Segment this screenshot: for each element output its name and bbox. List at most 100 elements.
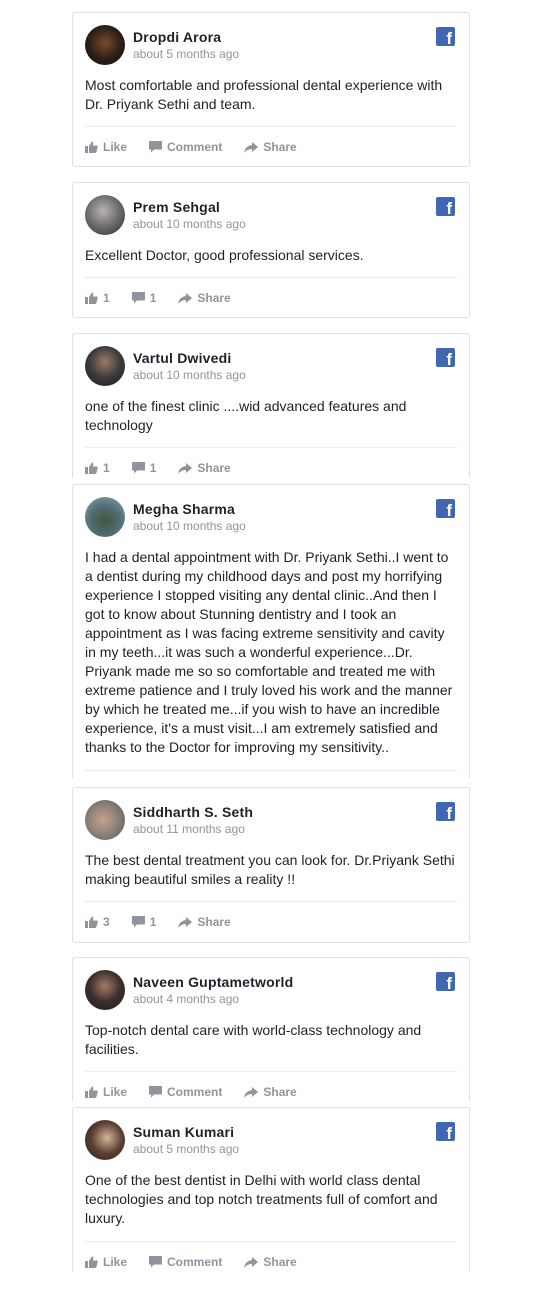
review-time[interactable]: about 11 months ago [133, 822, 245, 836]
facebook-icon[interactable]: f [436, 802, 455, 822]
like-count: 1 [103, 291, 110, 305]
review-text: The best dental treatment you can look f… [85, 852, 455, 887]
comment-icon [149, 1086, 163, 1098]
share-button[interactable]: Share [244, 1085, 297, 1099]
comment-button[interactable]: 1 [131, 461, 157, 475]
action-bar: 3 1 Share [85, 912, 253, 932]
share-button[interactable]: Share [178, 915, 231, 929]
avatar[interactable] [85, 800, 125, 840]
comment-label: Comment [167, 1255, 223, 1269]
divider [85, 277, 457, 278]
comment-icon [149, 141, 163, 153]
reviewer-name[interactable]: Siddharth S. Seth [133, 804, 253, 820]
review-text: one of the finest clinic ....wid advance… [85, 398, 407, 433]
like-button[interactable]: Like [85, 140, 127, 154]
share-label: Share [197, 461, 231, 475]
share-label: Share [263, 1085, 297, 1099]
share-button[interactable]: Share [244, 140, 297, 154]
share-icon [244, 1086, 259, 1098]
facebook-icon[interactable]: f [436, 27, 455, 47]
review-time[interactable]: about 5 months ago [133, 47, 239, 61]
review-time[interactable]: about 10 months ago [133, 368, 246, 382]
reviewer-name[interactable]: Naveen Guptametworld [133, 974, 293, 990]
comment-button[interactable]: 1 [131, 915, 157, 929]
like-label: Like [103, 140, 128, 154]
like-count: 1 [103, 461, 110, 475]
avatar[interactable] [85, 195, 125, 235]
review-time[interactable]: about 4 months ago [133, 992, 239, 1006]
action-bar: Like Comment Share [85, 137, 319, 157]
share-button[interactable]: Share [244, 1255, 297, 1269]
like-label: Like [103, 1085, 128, 1099]
review-text: Most comfortable and professional dental… [85, 77, 443, 112]
share-button[interactable]: Share [178, 291, 231, 305]
divider [85, 901, 457, 902]
comment-icon [131, 916, 145, 928]
like-button[interactable]: 1 [85, 461, 110, 475]
comment-button[interactable]: 1 [131, 291, 157, 305]
reviewer-name[interactable]: Megha Sharma [133, 501, 235, 517]
review-text: Excellent Doctor, good professional serv… [85, 247, 364, 263]
comment-icon [131, 292, 145, 304]
like-button[interactable]: Like [85, 1085, 127, 1099]
avatar[interactable] [85, 497, 125, 537]
comment-button[interactable]: Comment [149, 1255, 222, 1269]
divider [85, 447, 457, 448]
review-card: Naveen Guptametworld about 4 months ago … [72, 957, 470, 1101]
share-icon [178, 916, 193, 928]
divider [85, 770, 457, 771]
divider [85, 1071, 457, 1072]
share-icon [178, 462, 193, 474]
thumbs-up-icon [85, 1256, 98, 1268]
review-time[interactable]: about 10 months ago [133, 519, 246, 533]
review-card: Siddharth S. Seth about 11 months ago f … [72, 787, 470, 943]
share-button[interactable]: Share [178, 461, 231, 475]
review-time[interactable]: about 5 months ago [133, 1142, 239, 1156]
share-label: Share [197, 915, 231, 929]
like-button[interactable]: 1 [85, 291, 110, 305]
share-icon [244, 141, 259, 153]
avatar[interactable] [85, 1120, 125, 1160]
reviewer-name[interactable]: Suman Kumari [133, 1124, 234, 1140]
share-icon [178, 292, 193, 304]
review-text: Top-notch dental care with world-class t… [85, 1022, 422, 1057]
divider [85, 126, 457, 127]
facebook-icon[interactable]: f [436, 197, 455, 217]
thumbs-up-icon [85, 292, 98, 304]
review-time[interactable]: about 10 months ago [133, 217, 246, 231]
avatar[interactable] [85, 970, 125, 1010]
like-count: 3 [103, 915, 110, 929]
comment-label: Comment [167, 140, 223, 154]
share-label: Share [263, 1255, 297, 1269]
share-label: Share [263, 140, 297, 154]
comment-button[interactable]: Comment [149, 1085, 222, 1099]
avatar[interactable] [85, 25, 125, 65]
facebook-icon[interactable]: f [436, 499, 455, 519]
like-button[interactable]: Like [85, 1255, 127, 1269]
reviewer-name[interactable]: Prem Sehgal [133, 199, 220, 215]
comment-count: 1 [149, 915, 157, 929]
like-button[interactable]: 3 [85, 915, 110, 929]
review-card: Dropdi Arora about 5 months ago f Most c… [72, 12, 470, 167]
avatar[interactable] [85, 346, 125, 386]
share-icon [244, 1256, 259, 1268]
action-bar: Like Comment Share [85, 1082, 319, 1101]
action-bar: Like Comment Share [85, 1252, 319, 1272]
facebook-icon[interactable]: f [436, 1122, 455, 1142]
comment-icon [131, 462, 145, 474]
comment-count: 1 [149, 461, 157, 475]
review-card: Prem Sehgal about 10 months ago f Excell… [72, 182, 470, 318]
like-label: Like [103, 1255, 128, 1269]
comment-icon [149, 1256, 163, 1268]
facebook-icon[interactable]: f [436, 972, 455, 992]
thumbs-up-icon [85, 462, 98, 474]
facebook-icon[interactable]: f [436, 348, 455, 368]
comment-count: 1 [149, 291, 157, 305]
reviewer-name[interactable]: Dropdi Arora [133, 29, 221, 45]
comment-button[interactable]: Comment [149, 140, 222, 154]
comment-label: Comment [167, 1085, 223, 1099]
review-card: Megha Sharma about 10 months ago f I had… [72, 484, 470, 778]
reviewer-name[interactable]: Vartul Dwivedi [133, 350, 232, 366]
thumbs-up-icon [85, 1086, 98, 1098]
thumbs-up-icon [85, 916, 98, 928]
